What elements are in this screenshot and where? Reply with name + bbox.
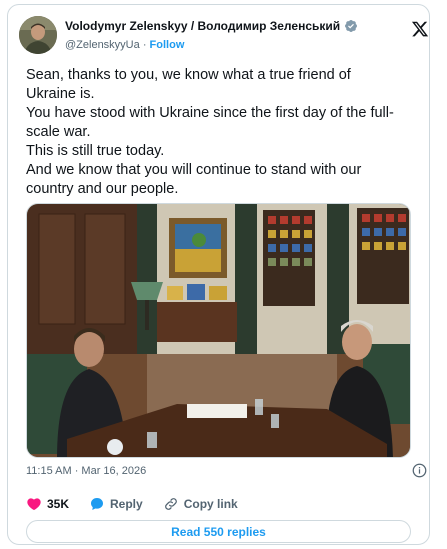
author-handle[interactable]: @ZelenskyyUa (65, 39, 140, 51)
x-logo-icon[interactable] (411, 20, 429, 38)
tweet-line: Sean, thanks to you, we know what a true… (26, 67, 351, 83)
copy-link-button[interactable]: Copy link (163, 496, 238, 512)
avatar-image (19, 16, 57, 54)
author-handle-row: @ZelenskyyUa · Follow (65, 39, 184, 51)
tweet-line: You have stood with Ukraine since the fi… (26, 105, 394, 121)
tweet-line: Ukraine is. (26, 86, 95, 102)
verified-badge-icon (345, 20, 358, 32)
tweet-actions-bar: 35K Reply Copy link (26, 496, 258, 512)
tweet-text: Sean, thanks to you, we know what a true… (26, 66, 411, 199)
tweet-line: This is still true today. (26, 143, 165, 159)
reply-label: Reply (110, 497, 143, 511)
like-button[interactable]: 35K (26, 496, 69, 512)
follow-button[interactable]: Follow (150, 39, 185, 51)
separator-dot: · (142, 39, 147, 51)
tweet-timestamp[interactable]: 11:15 AM · Mar 16, 2026 (26, 465, 146, 477)
speech-bubble-icon (91, 498, 104, 510)
link-icon (164, 498, 177, 510)
copy-link-label: Copy link (183, 497, 238, 511)
reply-button[interactable]: Reply (89, 496, 143, 512)
author-avatar[interactable] (19, 16, 57, 54)
author-name[interactable]: Volodymyr Zelenskyy / Володимир Зеленськ… (65, 19, 340, 33)
tweet-line: And we know that you will continue to st… (26, 162, 362, 178)
tweet-line: scale war. (26, 124, 91, 140)
like-count: 35K (47, 497, 70, 511)
tweet-photo[interactable] (26, 203, 411, 458)
photo-meeting-scene (27, 204, 410, 457)
tweet-line: country and our people. (26, 181, 179, 197)
info-icon[interactable] (412, 463, 427, 478)
heart-icon (27, 498, 41, 511)
author-name-row: Volodymyr Zelenskyy / Володимир Зеленськ… (65, 19, 358, 33)
read-replies-button[interactable]: Read 550 replies (26, 520, 411, 543)
